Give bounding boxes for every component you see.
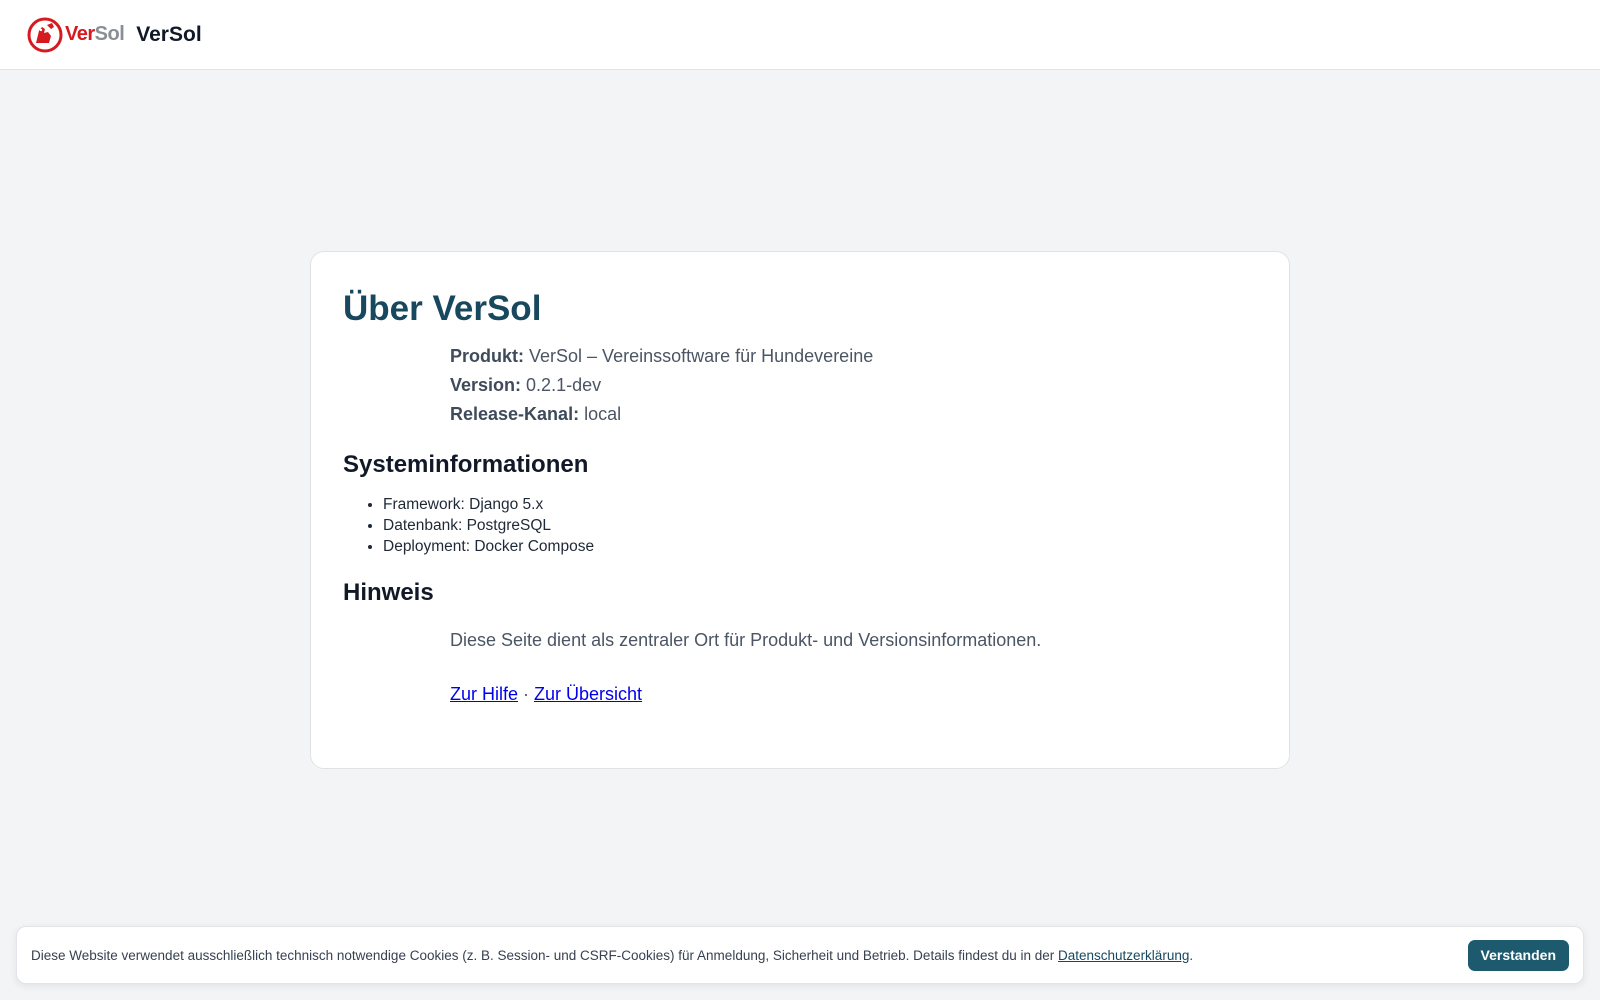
overview-link[interactable]: Zur Übersicht: [534, 684, 642, 704]
system-info-list: Framework: Django 5.x Datenbank: Postgre…: [343, 494, 1257, 557]
privacy-policy-link[interactable]: Datenschutzerklärung: [1058, 948, 1189, 963]
logo-wordmark: VerSol: [65, 23, 125, 45]
help-link[interactable]: Zur Hilfe: [450, 684, 518, 704]
cookie-text-end: .: [1189, 947, 1194, 963]
hint-text: Diese Seite dient als zentraler Ort für …: [450, 629, 1042, 650]
footer-links: Zur Hilfe · Zur Übersicht: [450, 684, 1257, 705]
brand-name: VerSol: [136, 22, 202, 46]
versol-logo: VerSol: [27, 17, 125, 53]
about-card: Über VerSol Produkt: VerSol – Vereinssof…: [310, 251, 1290, 769]
list-item: Datenbank: PostgreSQL: [383, 515, 1257, 536]
hint-heading: Hinweis: [343, 578, 434, 606]
brand-link[interactable]: VerSol VerSol: [27, 17, 202, 53]
info-value: local: [584, 404, 622, 424]
accept-cookies-button[interactable]: Verstanden: [1467, 939, 1569, 971]
system-info-heading: Systeminformationen: [343, 451, 589, 478]
cookie-text: Diese Website verwendet ausschließlich t…: [31, 947, 1059, 963]
info-label: Release-Kanal:: [450, 404, 580, 424]
list-item: Framework: Django 5.x: [383, 494, 1257, 515]
info-row-release-channel: Release-Kanal: local: [450, 400, 1257, 429]
info-value: VerSol – Vereinssoftware für Hundeverein…: [529, 346, 874, 366]
info-label: Version:: [450, 375, 522, 395]
cookie-notice-text: Diese Website verwendet ausschließlich t…: [31, 948, 1193, 963]
page-title: Über VerSol: [343, 289, 542, 328]
top-navbar: VerSol VerSol: [0, 0, 1600, 70]
list-item: Deployment: Docker Compose: [383, 536, 1257, 557]
info-row-product: Produkt: VerSol – Vereinssoftware für Hu…: [450, 342, 1257, 371]
cookie-banner: Diese Website verwendet ausschließlich t…: [16, 926, 1584, 984]
dog-emblem-icon: [27, 17, 63, 52]
info-label: Produkt:: [450, 346, 524, 366]
info-row-version: Version: 0.2.1-dev: [450, 371, 1257, 400]
product-info: Produkt: VerSol – Vereinssoftware für Hu…: [450, 342, 1257, 429]
info-value: 0.2.1-dev: [526, 375, 602, 395]
link-separator: ·: [518, 683, 535, 704]
